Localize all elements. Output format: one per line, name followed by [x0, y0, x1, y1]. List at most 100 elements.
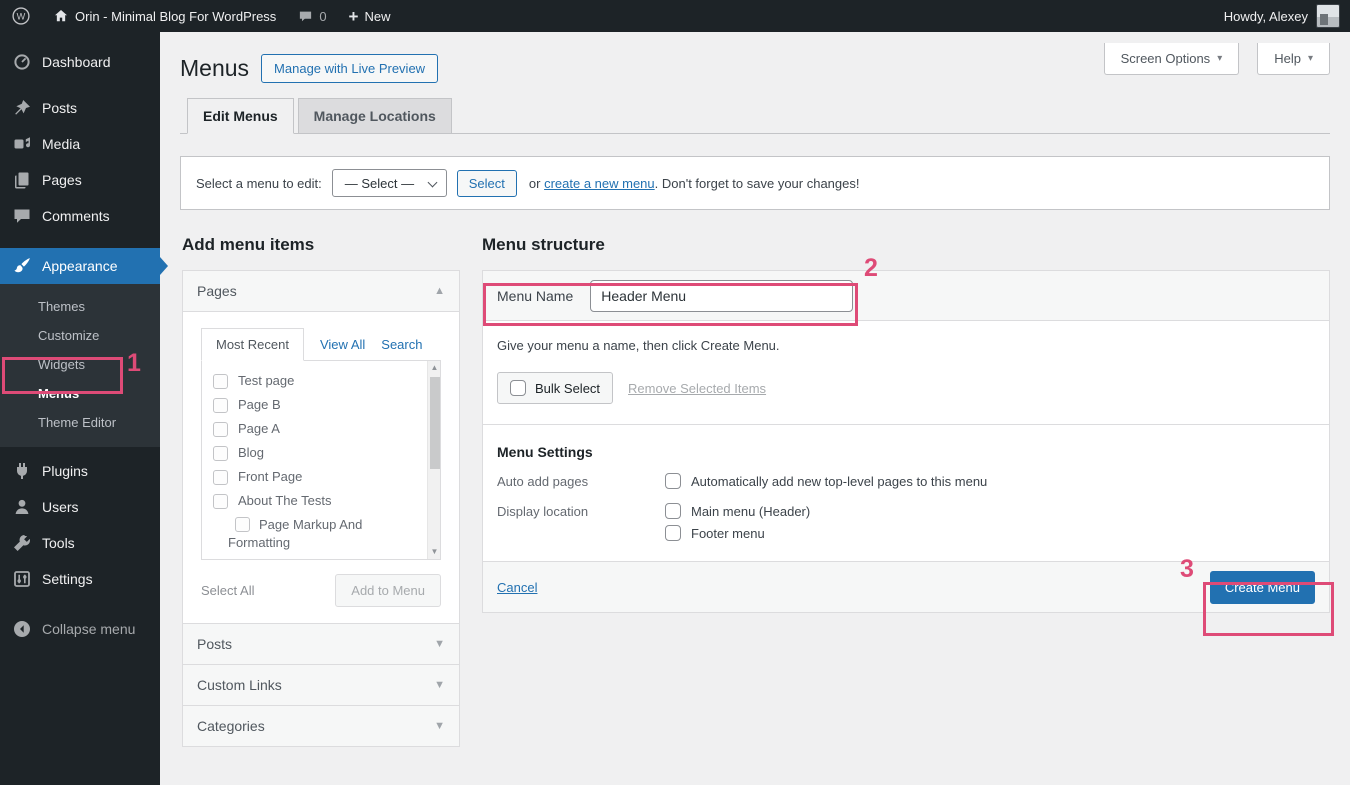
- checkbox[interactable]: [213, 374, 228, 389]
- checkbox[interactable]: [235, 517, 250, 532]
- main-menu-checkbox[interactable]: [665, 503, 681, 519]
- page-checkbox-item[interactable]: Front Page: [202, 465, 440, 489]
- pages-checklist: Test page Page B Page A Blog Front Page …: [201, 360, 441, 560]
- custom-links-panel-header[interactable]: Custom Links ▼: [183, 664, 459, 705]
- tab-most-recent[interactable]: Most Recent: [201, 328, 304, 361]
- tab-manage-locations[interactable]: Manage Locations: [298, 98, 452, 133]
- footer-menu-checkbox[interactable]: [665, 525, 681, 541]
- bulk-select-toggle[interactable]: Bulk Select: [497, 372, 613, 404]
- pin-icon: [12, 98, 32, 118]
- tab-edit-menus[interactable]: Edit Menus: [187, 98, 294, 134]
- page-checkbox-item-nested[interactable]: Page Markup And Formatting: [202, 513, 440, 555]
- comments-icon: [12, 206, 32, 226]
- checkbox[interactable]: [213, 470, 228, 485]
- user-icon: [12, 497, 32, 517]
- help-button[interactable]: Help ▾: [1257, 43, 1330, 75]
- page-checkbox-item[interactable]: Blog: [202, 441, 440, 465]
- pages-panel-header[interactable]: Pages ▲: [183, 271, 459, 311]
- or-create-text: or create a new menu. Don't forget to sa…: [529, 176, 860, 191]
- settings-icon: [12, 569, 32, 589]
- add-menu-items-heading: Add menu items: [182, 235, 460, 255]
- categories-panel-header[interactable]: Categories ▼: [183, 705, 459, 746]
- sidebar-item-comments[interactable]: Comments: [0, 198, 160, 234]
- sidebar-item-settings[interactable]: Settings: [0, 561, 160, 597]
- submenu-item-menus[interactable]: Menus: [0, 379, 160, 408]
- add-items-accordion: Pages ▲ Most Recent View All Search Test…: [182, 270, 460, 747]
- cancel-link[interactable]: Cancel: [497, 580, 537, 595]
- checkbox[interactable]: [213, 494, 228, 509]
- avatar[interactable]: [1316, 4, 1340, 28]
- scroll-up-icon[interactable]: ▲: [428, 361, 441, 375]
- checkbox[interactable]: [213, 446, 228, 461]
- page-checkbox-item[interactable]: Test page: [202, 369, 440, 393]
- sidebar-item-users[interactable]: Users: [0, 489, 160, 525]
- sidebar-item-dashboard[interactable]: Dashboard: [0, 44, 160, 80]
- collapse-menu-button[interactable]: Collapse menu: [0, 611, 160, 647]
- comments-indicator[interactable]: 0: [287, 0, 337, 32]
- divider: [483, 424, 1329, 425]
- submenu-item-theme-editor[interactable]: Theme Editor: [0, 408, 160, 437]
- chevron-up-icon: ▲: [434, 285, 445, 297]
- menu-structure-card: Menu Name Give your menu a name, then cl…: [482, 270, 1330, 613]
- pages-icon: [12, 170, 32, 190]
- comment-bubble-icon: [298, 9, 313, 24]
- auto-add-pages-checkbox[interactable]: [665, 473, 681, 489]
- page-checkbox-item[interactable]: Page A: [202, 417, 440, 441]
- tab-search[interactable]: Search: [381, 337, 422, 352]
- wordpress-logo-icon[interactable]: W: [0, 0, 42, 32]
- media-icon: [12, 134, 32, 154]
- scroll-down-icon[interactable]: ▼: [428, 545, 441, 559]
- submenu-item-themes[interactable]: Themes: [0, 292, 160, 321]
- checkbox[interactable]: [213, 422, 228, 437]
- select-all-link[interactable]: Select All: [201, 583, 254, 598]
- scrollbar-thumb[interactable]: [430, 377, 440, 469]
- display-location-main-menu[interactable]: Main menu (Header): [665, 503, 810, 519]
- pages-panel-body: Most Recent View All Search Test page Pa…: [183, 311, 459, 623]
- page-checkbox-item[interactable]: Page B: [202, 393, 440, 417]
- manage-live-preview-button[interactable]: Manage with Live Preview: [261, 54, 438, 83]
- select-menu-label: Select a menu to edit:: [196, 176, 322, 191]
- menus-tab-bar: Edit Menus Manage Locations: [180, 98, 1330, 134]
- submenu-item-customize[interactable]: Customize: [0, 321, 160, 350]
- menu-name-row: Menu Name: [483, 271, 1329, 321]
- select-button[interactable]: Select: [457, 170, 517, 197]
- page-checkbox-item[interactable]: About The Tests: [202, 489, 440, 513]
- wrench-icon: [12, 533, 32, 553]
- new-button[interactable]: + New: [338, 0, 402, 32]
- create-new-menu-link[interactable]: create a new menu: [544, 176, 655, 191]
- site-link[interactable]: Orin - Minimal Blog For WordPress: [42, 0, 287, 32]
- collapse-arrow-icon: [12, 619, 32, 639]
- display-location-footer-menu[interactable]: Footer menu: [665, 525, 810, 541]
- chevron-down-icon: ▼: [434, 638, 445, 650]
- remove-selected-items-link[interactable]: Remove Selected Items: [628, 381, 766, 396]
- posts-panel-header[interactable]: Posts ▼: [183, 623, 459, 664]
- menu-name-input[interactable]: [590, 280, 853, 312]
- svg-text:W: W: [17, 11, 26, 21]
- add-to-menu-button[interactable]: Add to Menu: [335, 574, 441, 607]
- chevron-down-icon: [427, 178, 437, 188]
- main-content: Screen Options ▾ Help ▾ Menus Manage wit…: [160, 32, 1350, 785]
- submenu-item-widgets[interactable]: Widgets: [0, 350, 160, 379]
- comments-count: 0: [319, 9, 326, 24]
- sidebar-item-posts[interactable]: Posts: [0, 90, 160, 126]
- chevron-down-icon: ▾: [1217, 53, 1222, 64]
- bulk-select-checkbox[interactable]: [510, 380, 526, 396]
- auto-add-pages-option[interactable]: Automatically add new top-level pages to…: [665, 473, 987, 489]
- new-label: New: [364, 9, 390, 24]
- sidebar-item-plugins[interactable]: Plugins: [0, 453, 160, 489]
- tab-view-all[interactable]: View All: [320, 337, 365, 352]
- sidebar-item-pages[interactable]: Pages: [0, 162, 160, 198]
- sidebar-item-media[interactable]: Media: [0, 126, 160, 162]
- howdy-user[interactable]: Howdy, Alexey: [1224, 9, 1308, 24]
- sidebar-item-tools[interactable]: Tools: [0, 525, 160, 561]
- screen-options-button[interactable]: Screen Options ▾: [1104, 43, 1240, 75]
- sidebar-item-appearance[interactable]: Appearance: [0, 248, 160, 284]
- menu-structure-heading: Menu structure: [482, 235, 1330, 255]
- plugins-icon: [12, 461, 32, 481]
- create-menu-button[interactable]: Create Menu: [1210, 571, 1315, 604]
- checkbox[interactable]: [213, 398, 228, 413]
- paintbrush-icon: [12, 256, 32, 276]
- list-scrollbar[interactable]: ▲ ▼: [427, 361, 440, 559]
- menu-select-dropdown[interactable]: — Select —: [332, 169, 447, 197]
- auto-add-pages-label: Auto add pages: [497, 473, 665, 489]
